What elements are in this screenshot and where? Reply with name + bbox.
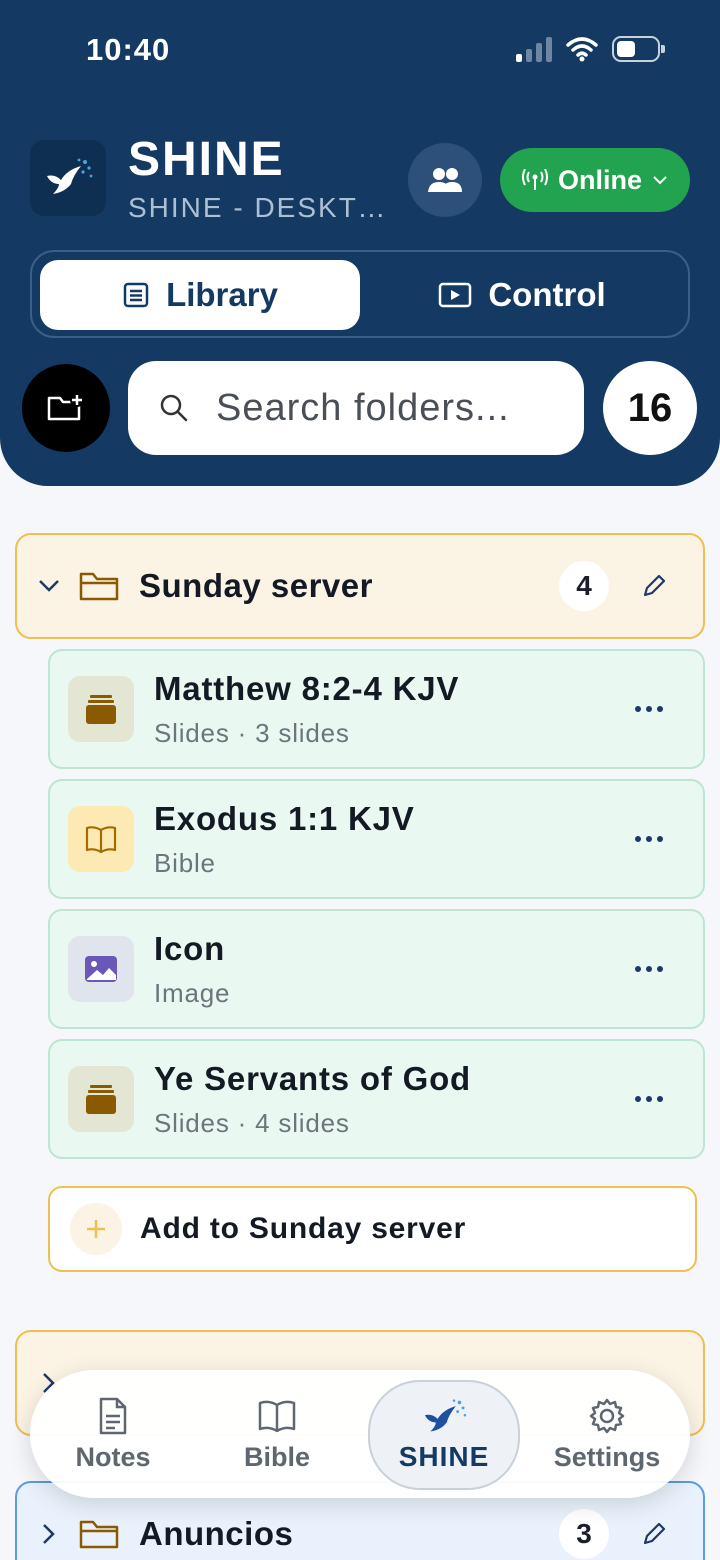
connection-name: SHINE - DESKTOP xyxy=(128,192,388,223)
folder-item-count: 3 xyxy=(559,1509,609,1559)
item-title: Ye Servants of God xyxy=(154,1059,471,1097)
bible-thumb xyxy=(68,806,134,872)
chevron-right-icon[interactable] xyxy=(37,1522,61,1546)
search-input[interactable] xyxy=(216,386,556,430)
item-title: Icon xyxy=(154,929,226,967)
search-icon xyxy=(156,390,192,426)
more-options-icon[interactable] xyxy=(631,699,667,719)
nav-settings[interactable]: Settings xyxy=(532,1370,682,1498)
folder-row-sunday-server[interactable]: Sunday server 4 xyxy=(15,533,705,639)
tab-control-label: Control xyxy=(488,276,606,313)
more-options-icon[interactable] xyxy=(631,1089,667,1109)
slides-stack-icon xyxy=(86,1085,116,1114)
wifi-icon xyxy=(566,37,598,62)
pencil-icon[interactable] xyxy=(639,1519,669,1549)
folder-name: Sunday server xyxy=(139,567,373,604)
chevron-down-icon[interactable] xyxy=(37,574,61,598)
chevron-down-icon xyxy=(653,176,667,185)
item-subtitle: Bible xyxy=(154,847,216,878)
online-label: Online xyxy=(557,164,642,195)
view-switcher: Library Control xyxy=(30,250,690,338)
image-thumb xyxy=(68,936,134,1002)
app-header: 10:40 SHINE SHINE - DESKTOP Online Libra… xyxy=(0,0,720,486)
tab-library[interactable]: Library xyxy=(40,260,360,330)
item-title: Matthew 8:2-4 KJV xyxy=(154,669,460,707)
folder-count-badge: 16 xyxy=(603,361,697,455)
list-icon xyxy=(123,282,149,308)
tab-control[interactable]: Control xyxy=(362,260,682,330)
add-to-folder-label: Add to Sunday server xyxy=(140,1212,467,1245)
item-subtitle: Slides · 3 slides xyxy=(154,717,350,748)
more-options-icon[interactable] xyxy=(631,829,667,849)
book-icon xyxy=(257,1396,297,1436)
image-icon xyxy=(85,956,117,982)
nav-settings-label: Settings xyxy=(553,1441,661,1472)
folder-name: Anuncios xyxy=(139,1515,294,1552)
notes-icon xyxy=(93,1396,133,1436)
search-bar[interactable] xyxy=(128,361,584,455)
status-icons xyxy=(516,36,665,62)
play-screen-icon xyxy=(439,282,472,308)
list-item[interactable]: Ye Servants of God Slides · 4 slides xyxy=(48,1039,705,1159)
users-icon xyxy=(428,168,462,192)
add-to-folder-button[interactable]: Add to Sunday server xyxy=(48,1186,697,1272)
folder-icon xyxy=(79,1516,121,1552)
new-folder-button[interactable] xyxy=(22,364,110,452)
nav-bible-label: Bible xyxy=(243,1441,310,1472)
tab-library-label: Library xyxy=(166,276,278,313)
users-button[interactable] xyxy=(408,143,482,217)
dove-icon xyxy=(424,1399,467,1432)
dove-icon xyxy=(47,158,93,194)
cellular-signal-icon xyxy=(516,36,552,62)
nav-shine[interactable]: SHINE xyxy=(368,1380,520,1490)
nav-notes-label: Notes xyxy=(75,1441,151,1472)
status-time: 10:40 xyxy=(86,32,171,67)
nav-notes[interactable]: Notes xyxy=(38,1370,188,1498)
app-logo xyxy=(30,140,106,216)
broadcast-icon xyxy=(521,169,548,190)
nav-shine-label: SHINE xyxy=(398,1441,490,1472)
folder-icon xyxy=(79,568,121,604)
list-item[interactable]: Icon Image xyxy=(48,909,705,1029)
item-title: Exodus 1:1 KJV xyxy=(154,799,415,837)
battery-icon xyxy=(612,36,665,62)
slides-thumb xyxy=(68,1066,134,1132)
folder-item-count: 4 xyxy=(559,561,609,611)
item-subtitle: Slides · 4 slides xyxy=(154,1107,350,1138)
list-item[interactable]: Matthew 8:2-4 KJV Slides · 3 slides xyxy=(48,649,705,769)
pencil-icon[interactable] xyxy=(639,571,669,601)
slides-thumb xyxy=(68,676,134,742)
folder-plus-icon xyxy=(47,393,84,421)
slides-stack-icon xyxy=(86,695,116,724)
gear-icon xyxy=(587,1396,627,1436)
list-item[interactable]: Exodus 1:1 KJV Bible xyxy=(48,779,705,899)
bottom-navigation: Notes Bible SHINE Settings xyxy=(30,1370,690,1498)
item-subtitle: Image xyxy=(154,977,231,1008)
more-options-icon[interactable] xyxy=(631,959,667,979)
online-status-button[interactable]: Online xyxy=(500,148,690,212)
app-title: SHINE xyxy=(128,133,285,186)
book-icon xyxy=(85,826,117,854)
plus-icon xyxy=(70,1203,122,1255)
nav-bible[interactable]: Bible xyxy=(202,1370,352,1498)
